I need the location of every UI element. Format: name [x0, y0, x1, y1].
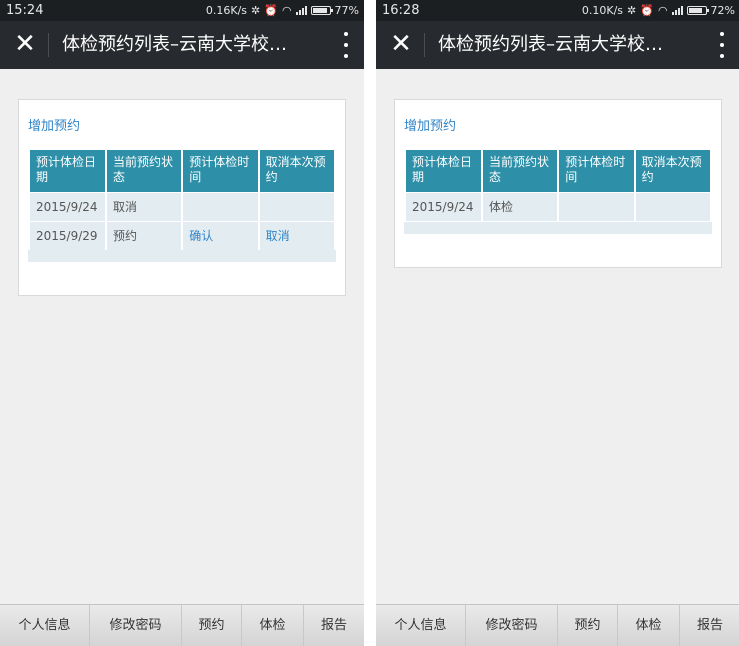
col-expected-time: 预计体检时间 — [183, 150, 258, 192]
more-menu-icon[interactable] — [718, 32, 726, 58]
cancel-link[interactable]: 取消 — [259, 221, 334, 250]
cell-date: 2015/9/24 — [406, 192, 481, 221]
alarm-icon: ⏰ — [264, 4, 278, 17]
battery-icon — [310, 6, 333, 15]
cell-status: 体检 — [482, 192, 558, 221]
network-speed: 0.10K/s — [581, 4, 624, 17]
table-footer-strip — [28, 250, 336, 262]
col-expected-date: 预计体检日期 — [30, 150, 105, 192]
bottom-nav: 个人信息 修改密码 预约 体检 报告 — [0, 604, 364, 646]
status-bar: 16:28 0.10K/s ✲ ⏰ ◠ 72% — [376, 0, 739, 21]
battery-percent: 77% — [334, 4, 359, 17]
app-title-bar: ✕ 体检预约列表–云南大学校… — [376, 21, 739, 69]
page-title: 体检预约列表–云南大学校… — [438, 34, 663, 55]
wifi-icon: ◠ — [281, 4, 292, 17]
col-cancel: 取消本次预约 — [635, 150, 710, 192]
cell-cancel — [259, 192, 334, 221]
table-row: 2015/9/24 取消 — [30, 192, 334, 221]
title-divider — [424, 33, 425, 57]
title-divider — [48, 33, 49, 57]
network-speed: 0.16K/s — [205, 4, 248, 17]
col-cancel: 取消本次预约 — [259, 150, 334, 192]
status-time: 15:24 — [6, 3, 44, 18]
cell-status: 预约 — [106, 221, 182, 250]
appointment-table: 预计体检日期 当前预约状态 预计体检时间 取消本次预约 2015/9/24 体检 — [404, 150, 712, 221]
nav-appointment[interactable]: 预约 — [182, 605, 242, 646]
nav-checkup[interactable]: 体检 — [242, 605, 304, 646]
cell-time — [559, 192, 634, 221]
page-title: 体检预约列表–云南大学校… — [62, 34, 287, 55]
col-current-status: 当前预约状态 — [482, 150, 558, 192]
nav-report[interactable]: 报告 — [680, 605, 739, 646]
cell-time — [183, 192, 258, 221]
cell-cancel — [635, 192, 710, 221]
appointment-card: 增加预约 预计体检日期 当前预约状态 预计体检时间 取消本次预约 2015/9/… — [394, 99, 722, 268]
cell-status: 取消 — [106, 192, 182, 221]
silent-icon: ✲ — [627, 4, 637, 17]
nav-change-password[interactable]: 修改密码 — [90, 605, 182, 646]
nav-personal-info[interactable]: 个人信息 — [376, 605, 466, 646]
table-footer-strip — [404, 222, 712, 234]
nav-report[interactable]: 报告 — [304, 605, 364, 646]
alarm-icon: ⏰ — [640, 4, 654, 17]
nav-personal-info[interactable]: 个人信息 — [0, 605, 90, 646]
silent-icon: ✲ — [251, 4, 261, 17]
bottom-nav: 个人信息 修改密码 预约 体检 报告 — [376, 604, 739, 646]
nav-checkup[interactable]: 体检 — [618, 605, 680, 646]
table-row: 2015/9/29 预约 确认 取消 — [30, 221, 334, 250]
nav-appointment[interactable]: 预约 — [558, 605, 618, 646]
add-appointment-link[interactable]: 增加预约 — [404, 119, 456, 135]
status-indicators: 0.16K/s ✲ ⏰ ◠ 77% — [206, 0, 359, 21]
signal-icon — [671, 6, 683, 15]
close-icon[interactable]: ✕ — [388, 31, 414, 57]
confirm-link[interactable]: 确认 — [183, 221, 258, 250]
status-indicators: 0.10K/s ✲ ⏰ ◠ 72% — [582, 0, 735, 21]
close-icon[interactable]: ✕ — [12, 31, 38, 57]
wifi-icon: ◠ — [657, 4, 668, 17]
col-expected-time: 预计体检时间 — [559, 150, 634, 192]
signal-icon — [295, 6, 307, 15]
nav-change-password[interactable]: 修改密码 — [466, 605, 558, 646]
battery-percent: 72% — [710, 4, 735, 17]
phone-screen-right: 16:28 0.10K/s ✲ ⏰ ◠ 72% ✕ 体检预约列表–云南大学校… … — [376, 0, 739, 646]
cell-date: 2015/9/24 — [30, 192, 105, 221]
status-time: 16:28 — [382, 3, 420, 18]
phone-screen-left: 15:24 0.16K/s ✲ ⏰ ◠ 77% ✕ 体检预约列表–云南大学校… … — [0, 0, 364, 646]
appointment-card: 增加预约 预计体检日期 当前预约状态 预计体检时间 取消本次预约 2015/9/… — [18, 99, 346, 296]
col-current-status: 当前预约状态 — [106, 150, 182, 192]
col-expected-date: 预计体检日期 — [406, 150, 481, 192]
cell-date: 2015/9/29 — [30, 221, 105, 250]
app-title-bar: ✕ 体检预约列表–云南大学校… — [0, 21, 364, 69]
battery-icon — [686, 6, 709, 15]
more-menu-icon[interactable] — [342, 32, 350, 58]
appointment-table: 预计体检日期 当前预约状态 预计体检时间 取消本次预约 2015/9/24 取消… — [28, 150, 336, 250]
add-appointment-link[interactable]: 增加预约 — [28, 119, 80, 135]
status-bar: 15:24 0.16K/s ✲ ⏰ ◠ 77% — [0, 0, 364, 21]
table-row: 2015/9/24 体检 — [406, 192, 710, 221]
